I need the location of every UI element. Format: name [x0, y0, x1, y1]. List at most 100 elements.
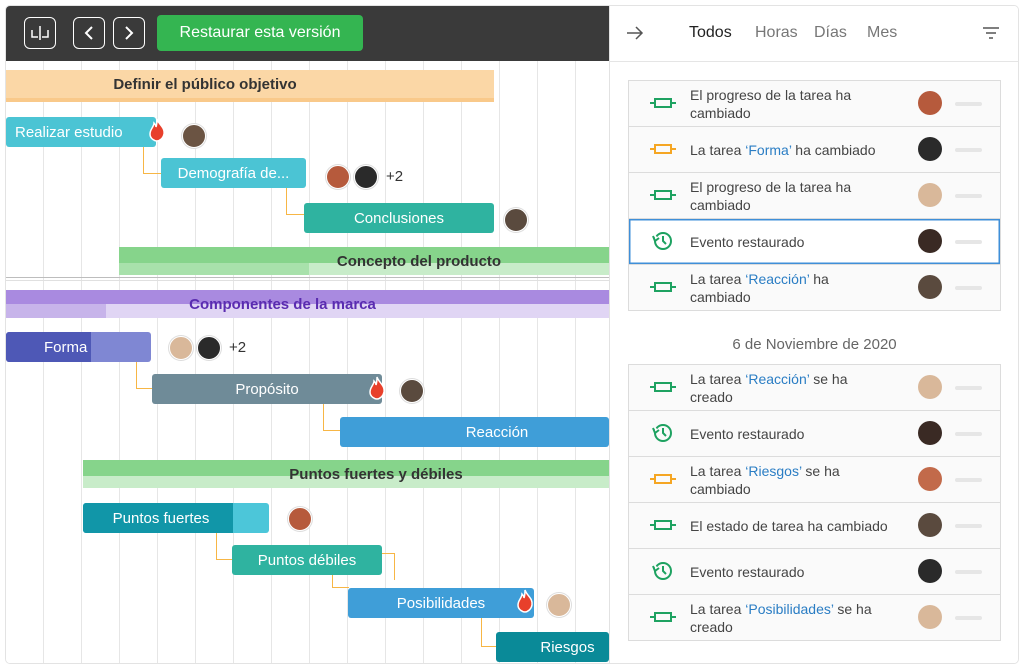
history-item-text: El progreso de la tarea ha cambiado	[690, 178, 852, 213]
history-item[interactable]: La tarea ‘Posibilidades’ se ha creado	[629, 595, 1000, 641]
task-label: Forma	[44, 338, 88, 356]
history-item[interactable]: El progreso de la tarea ha cambiado	[629, 81, 1000, 127]
avatar[interactable]	[400, 379, 424, 403]
task-label: Conclusiones	[353, 209, 445, 227]
history-item[interactable]: La tarea ‘Riesgos’ se ha cambiado	[629, 457, 1000, 503]
group-bar-strengths-weaknesses[interactable]: Puntos fuertes y débiles	[83, 460, 609, 488]
placeholder-bar	[955, 286, 982, 290]
group-bar-target-audience[interactable]: Definir el público objetivo	[6, 70, 494, 102]
avatar[interactable]	[182, 124, 206, 148]
user-avatar[interactable]	[918, 605, 942, 629]
urgent-fire-icon	[149, 118, 165, 142]
task-label: Posibilidades	[396, 594, 486, 612]
extra-assignees-count[interactable]: +2	[229, 339, 246, 356]
arrow-right-icon[interactable]	[626, 25, 644, 41]
task-bar-reaction[interactable]: Reacción	[340, 417, 609, 447]
user-avatar[interactable]	[918, 375, 942, 399]
tab-all[interactable]: Todos	[689, 24, 732, 42]
history-list-recent: El progreso de la tarea ha cambiado La ta…	[628, 80, 1001, 311]
task-bar-research[interactable]: Realizar estudio	[6, 117, 156, 147]
extra-assignees-count[interactable]: +2	[386, 168, 403, 185]
task-bar-shape[interactable]: Forma	[6, 332, 151, 362]
avatar[interactable]	[547, 593, 571, 617]
task-bar-risks[interactable]: Riesgos	[496, 632, 609, 662]
tab-hours[interactable]: Horas	[755, 24, 798, 42]
group-label: Puntos fuertes y débiles	[289, 465, 463, 483]
history-icon	[652, 562, 672, 580]
filter-icon[interactable]	[982, 26, 1000, 40]
user-avatar[interactable]	[918, 183, 942, 207]
history-item-text: Evento restaurado	[690, 563, 805, 580]
history-item-text: El estado de tarea ha cambiado	[690, 517, 888, 534]
task-bar-possibilities[interactable]: Posibilidades	[348, 588, 534, 618]
history-icon	[652, 424, 672, 442]
placeholder-bar	[955, 524, 982, 528]
task-bar-strengths[interactable]: Puntos fuertes	[83, 503, 269, 533]
history-item[interactable]: La tarea ‘Reacción’ se ha creado	[629, 365, 1000, 411]
history-item-text: La tarea ‘Forma’ ha cambiado	[690, 141, 876, 158]
previous-version-button[interactable]	[73, 17, 105, 49]
history-item[interactable]: Evento restaurado	[629, 411, 1000, 457]
task-label: Puntos débiles	[257, 551, 357, 569]
history-item-text: La tarea ‘Reacción’ se ha creado	[690, 370, 848, 405]
avatar[interactable]	[354, 165, 378, 189]
history-panel: Todos Horas Días Mes El progreso de la t…	[609, 6, 1018, 663]
history-item-text: Evento restaurado	[690, 425, 805, 442]
app-window: Restaurar esta versión Definir el públic…	[6, 6, 1018, 663]
urgent-fire-icon	[369, 376, 385, 400]
history-item-text: La tarea ‘Reacción’ ha cambiado	[690, 270, 829, 305]
avatar[interactable]	[169, 336, 193, 360]
avatar[interactable]	[197, 336, 221, 360]
progress-icon-green	[650, 612, 676, 622]
restore-version-button[interactable]: Restaurar esta versión	[157, 15, 363, 51]
group-bar-brand-components[interactable]: Componentes de la marca	[6, 290, 609, 318]
history-item[interactable]: Evento restaurado	[629, 219, 1000, 265]
placeholder-bar	[955, 432, 982, 436]
task-label: Propósito	[235, 380, 299, 398]
avatar[interactable]	[326, 165, 350, 189]
history-item[interactable]: Evento restaurado	[629, 549, 1000, 595]
placeholder-bar	[955, 478, 982, 482]
avatar[interactable]	[288, 507, 312, 531]
chevron-right-icon	[125, 26, 134, 40]
next-version-button[interactable]	[113, 17, 145, 49]
history-list-date: La tarea ‘Reacción’ se ha creado Evento r…	[628, 364, 1001, 641]
history-item[interactable]: La tarea ‘Forma’ ha cambiado	[629, 127, 1000, 173]
user-avatar[interactable]	[918, 421, 942, 445]
date-heading: 6 de Noviembre de 2020	[732, 336, 897, 353]
progress-icon-green	[650, 520, 676, 530]
progress-icon-green	[650, 98, 676, 108]
user-avatar[interactable]	[918, 137, 942, 161]
placeholder-bar	[955, 148, 982, 152]
task-label: Reacción	[465, 423, 529, 441]
progress-icon-green	[650, 282, 676, 292]
task-bar-conclusions[interactable]: Conclusiones	[304, 203, 494, 233]
task-label: Demografía de...	[177, 164, 290, 182]
tab-month[interactable]: Mes	[867, 24, 897, 42]
group-bar-product-concept[interactable]: Concepto del producto	[119, 247, 609, 275]
user-avatar[interactable]	[918, 513, 942, 537]
progress-icon-green	[650, 190, 676, 200]
placeholder-bar	[955, 102, 982, 106]
history-item[interactable]: La tarea ‘Reacción’ ha cambiado	[629, 265, 1000, 311]
task-bar-purpose[interactable]: Propósito	[152, 374, 382, 404]
user-avatar[interactable]	[918, 229, 942, 253]
user-avatar[interactable]	[918, 275, 942, 299]
task-label: Puntos fuertes	[112, 509, 210, 527]
gantt-chart: Definir el público objetivo Realizar est…	[6, 61, 609, 663]
group-label: Concepto del producto	[336, 252, 502, 270]
user-avatar[interactable]	[918, 91, 942, 115]
user-avatar[interactable]	[918, 467, 942, 491]
task-bar-weaknesses[interactable]: Puntos débiles	[232, 545, 382, 575]
history-item[interactable]: El estado de tarea ha cambiado	[629, 503, 1000, 549]
avatar[interactable]	[504, 208, 528, 232]
toolbar: Restaurar esta versión	[6, 6, 609, 61]
placeholder-bar	[955, 240, 982, 244]
history-item-text: La tarea ‘Riesgos’ se ha cambiado	[690, 462, 840, 497]
split-view-button[interactable]	[24, 17, 56, 49]
history-item[interactable]: El progreso de la tarea ha cambiado	[629, 173, 1000, 219]
user-avatar[interactable]	[918, 559, 942, 583]
gantt-area: Restaurar esta versión Definir el públic…	[6, 6, 609, 663]
task-bar-demography[interactable]: Demografía de...	[161, 158, 306, 188]
tab-days[interactable]: Días	[814, 24, 847, 42]
